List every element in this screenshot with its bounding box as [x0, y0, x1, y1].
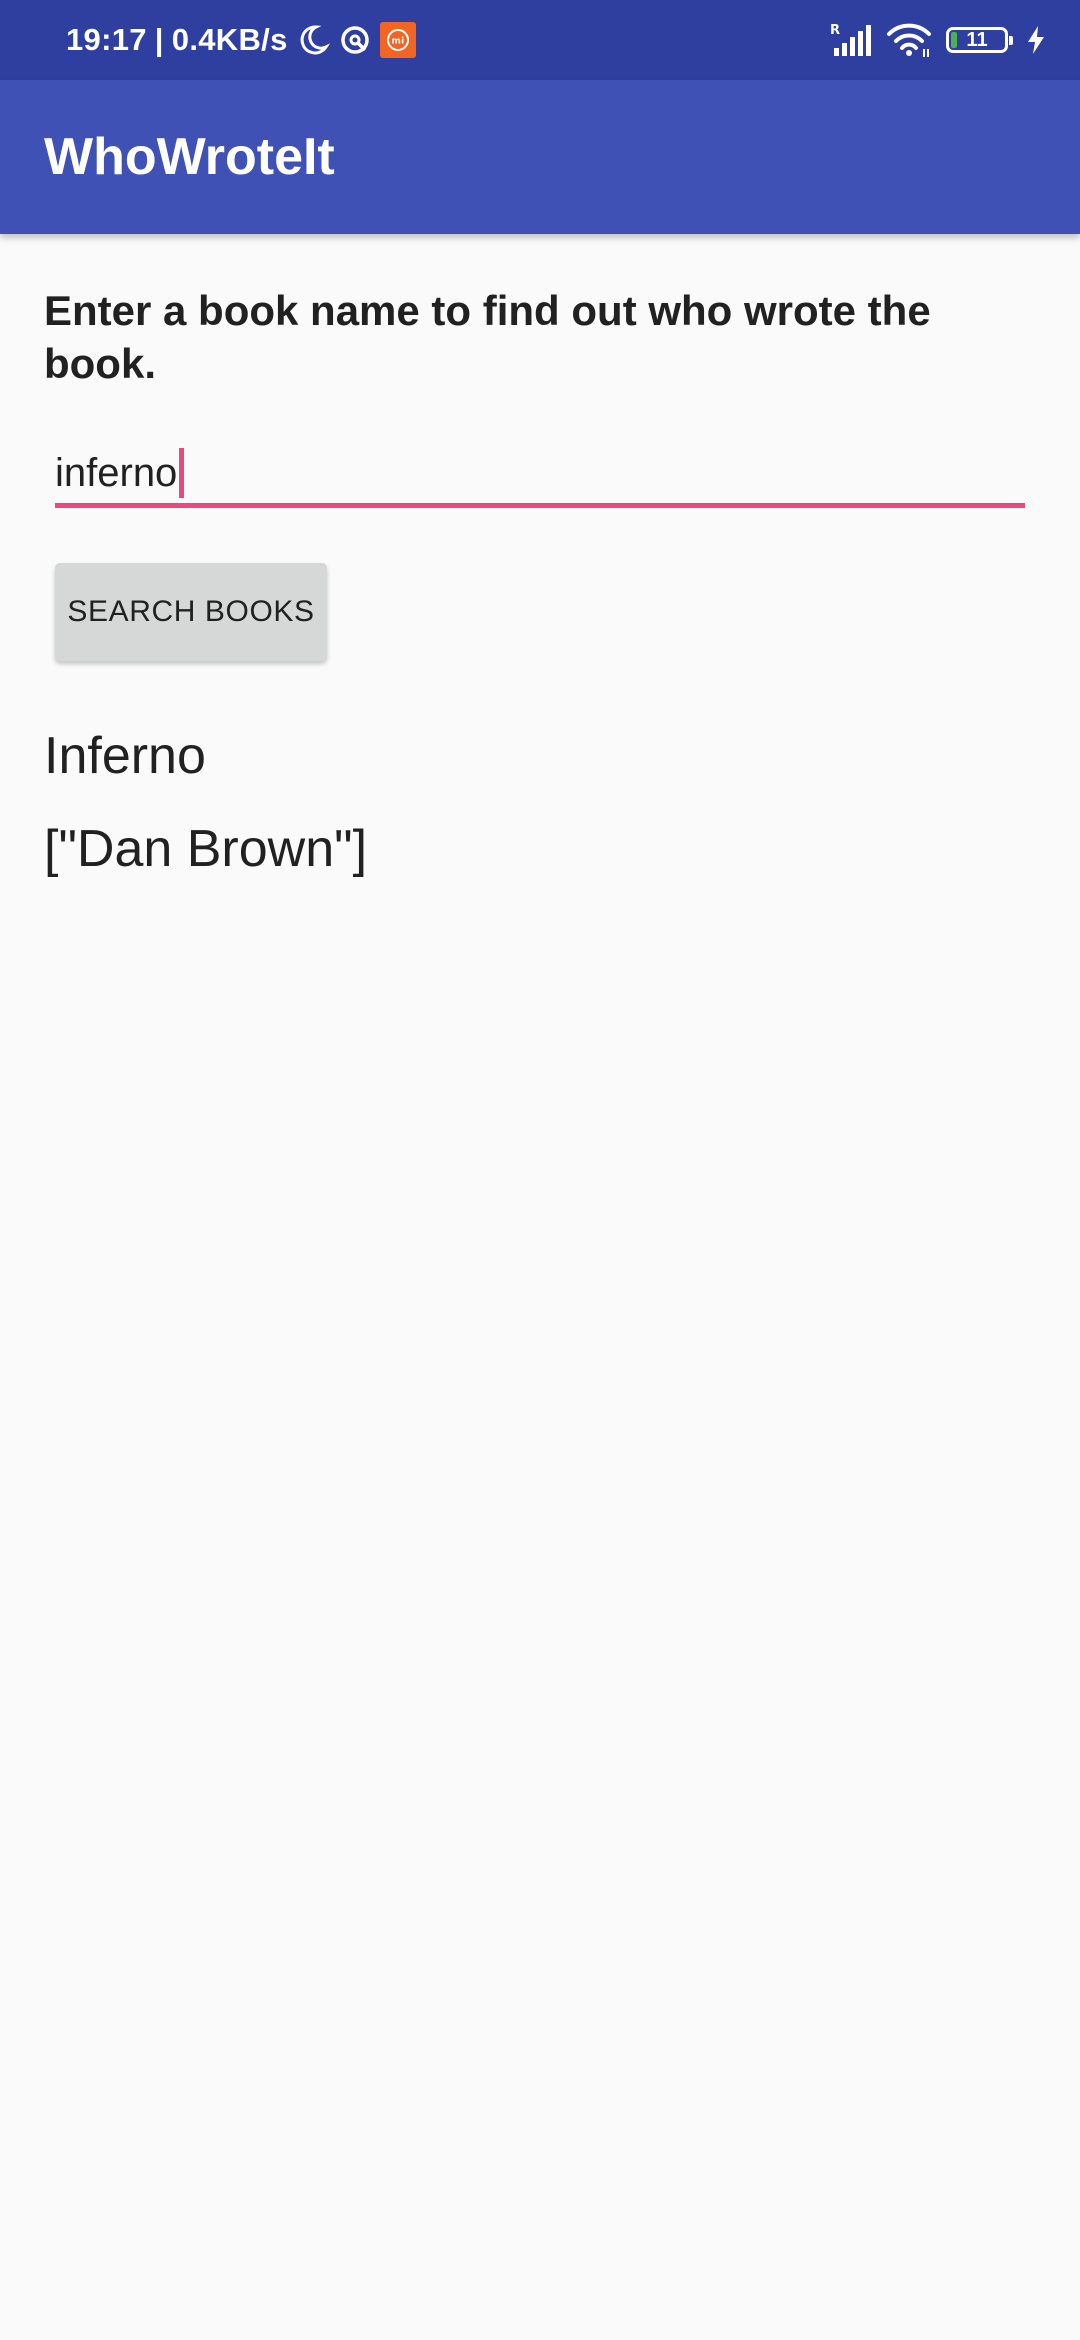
signal-icon: R	[830, 22, 872, 58]
svg-text:mi: mi	[391, 37, 404, 47]
data-saver-icon	[338, 23, 372, 57]
status-time: 19:17	[66, 22, 147, 57]
app-title: WhoWroteIt	[44, 128, 335, 186]
status-right: R 11	[830, 0, 1046, 80]
battery-fill	[951, 32, 957, 48]
search-input-value-wrap[interactable]: inferno	[55, 446, 185, 500]
moon-icon	[296, 23, 330, 57]
status-bar: 19:17 | 0.4KB/s mi R 11	[0, 0, 1080, 80]
search-books-button[interactable]: SEARCH BOOKS	[55, 563, 327, 661]
status-separator: |	[154, 22, 164, 57]
status-network-speed: 0.4KB/s	[171, 22, 288, 57]
instruction-text: Enter a book name to find out who wrote …	[44, 287, 931, 387]
book-search-input[interactable]: inferno	[55, 436, 1025, 508]
signal-badge: R	[830, 23, 840, 38]
battery-level: 11	[966, 28, 988, 51]
mi-app-icon: mi	[379, 22, 416, 58]
battery-indicator: 11	[946, 27, 1013, 53]
app-bar: WhoWroteIt	[0, 80, 1080, 234]
text-cursor	[179, 448, 185, 498]
result-book-author: ["Dan Brown"]	[44, 820, 368, 878]
wifi-icon	[886, 22, 932, 58]
search-input-value[interactable]: inferno	[55, 446, 177, 500]
charging-icon	[1026, 25, 1046, 55]
result-book-title: Inferno	[44, 727, 206, 785]
status-left: 19:17 | 0.4KB/s mi	[66, 0, 416, 80]
